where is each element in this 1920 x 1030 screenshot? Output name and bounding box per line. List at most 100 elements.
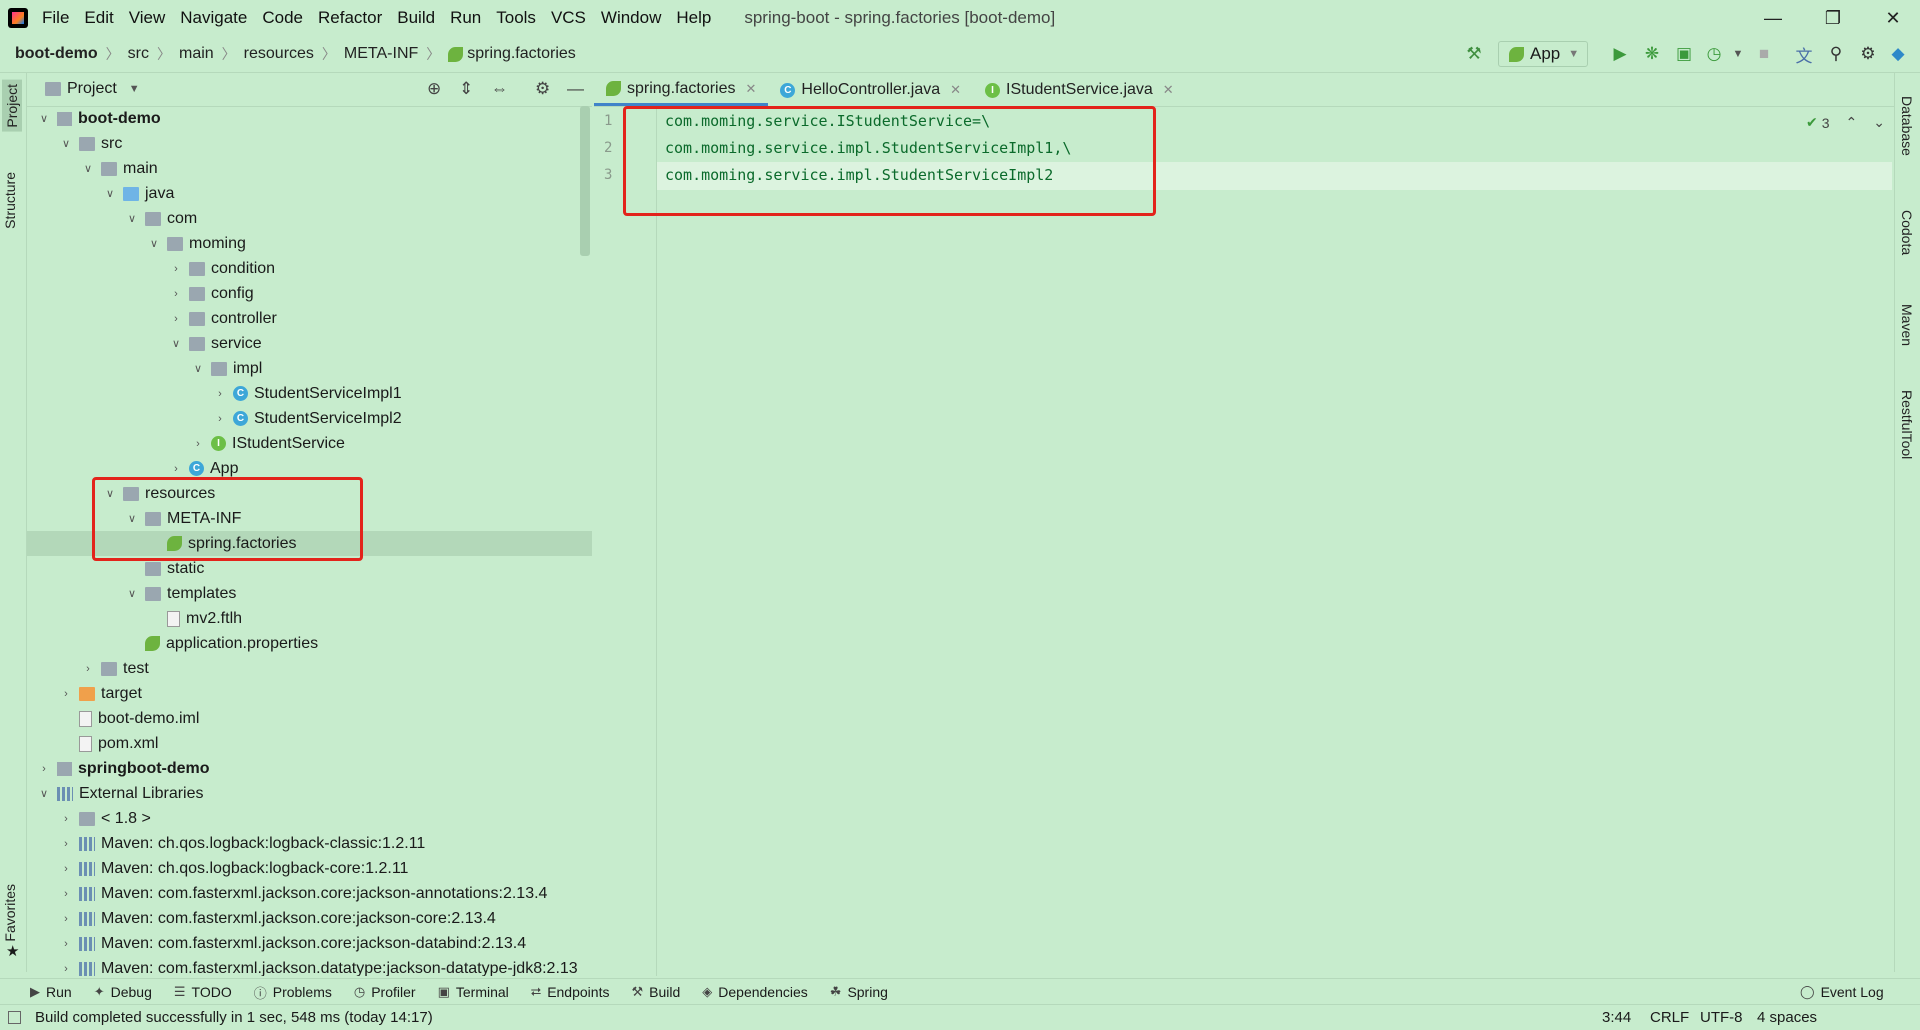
close-tab-icon[interactable]: ✕ [1163,82,1174,98]
tool-tab-favorites[interactable]: Favorites [2,884,18,942]
tool-tab-codota[interactable]: Codota [1899,210,1915,255]
line-separator[interactable]: CRLF [1650,1009,1689,1026]
tool-window-endpoints[interactable]: ⮂ Endpoints [531,984,610,1000]
menu-item-build[interactable]: Build [397,8,435,28]
tree-node[interactable]: › I IStudentService [27,431,345,456]
menu-item-vcs[interactable]: VCS [551,8,586,28]
chevron-down-icon[interactable]: ⌄ [1873,114,1885,131]
status-message[interactable]: Build completed successfully in 1 sec, 5… [35,1009,433,1026]
chevron-down-icon[interactable]: ∨ [37,112,51,125]
expand-all-icon[interactable]: ⇕ [459,79,473,99]
tree-node[interactable]: pom.xml [27,731,158,756]
chevron-down-icon[interactable]: ∨ [81,162,95,175]
tree-node[interactable]: ∨ com [27,206,197,231]
file-encoding[interactable]: UTF-8 [1700,1009,1743,1026]
debug-icon[interactable]: ❋ [1640,42,1664,66]
inspection-widget[interactable]: ✔ 3 ⌃ ⌄ [1806,114,1885,131]
chevron-right-icon[interactable]: › [169,288,183,300]
tree-node[interactable]: mv2.ftlh [27,606,242,631]
tool-window-run[interactable]: ▶ Run [30,984,72,1000]
menu-item-help[interactable]: Help [676,8,711,28]
editor-tab[interactable]: C HelloController.java ✕ [768,74,973,106]
run-config-select[interactable]: App ▼ [1498,41,1588,67]
tool-window-build[interactable]: ⚒ Build [631,984,680,1000]
chevron-down-icon[interactable]: ▼ [129,83,140,95]
tree-node[interactable]: ∨ templates [27,581,236,606]
tree-node[interactable]: › Maven: com.fasterxml.jackson.core:jacks… [27,881,547,906]
translate-icon[interactable]: 文 [1792,42,1816,66]
menu-item-code[interactable]: Code [262,8,303,28]
chevron-up-icon[interactable]: ⌃ [1846,114,1858,131]
editor-tab[interactable]: I IStudentService.java ✕ [973,74,1186,106]
tool-window-debug[interactable]: ✦ Debug [94,984,152,1000]
tree-node[interactable]: ∨ moming [27,231,246,256]
collapse-all-icon[interactable]: ⇔ [491,79,508,99]
chevron-right-icon[interactable]: › [59,938,73,950]
tree-node[interactable]: ∨ service [27,331,262,356]
chevron-right-icon[interactable]: › [59,963,73,975]
search-icon[interactable]: ⚲ [1824,42,1848,66]
breadcrumb-item[interactable]: META-INF [344,45,418,63]
tool-window-todo[interactable]: ☰ TODO [174,984,232,1000]
locate-icon[interactable]: ⊕ [427,79,441,99]
tree-node[interactable]: ∨ main [27,156,158,181]
chevron-right-icon[interactable]: › [59,838,73,850]
tool-tab-project[interactable]: Project [2,80,22,132]
chevron-down-icon[interactable]: ∨ [37,787,51,800]
indent-setting[interactable]: 4 spaces [1757,1009,1817,1026]
chevron-down-icon[interactable]: ∨ [125,212,139,225]
tool-window-terminal[interactable]: ▣ Terminal [438,984,509,1000]
tree-node[interactable]: › C StudentServiceImpl1 [27,381,401,406]
scrollbar[interactable] [580,106,590,256]
tree-node[interactable]: ∨ boot-demo [27,106,161,131]
breadcrumb-item[interactable]: src [128,45,149,63]
chevron-right-icon[interactable]: › [213,388,227,400]
breadcrumb-item[interactable]: resources [244,45,314,63]
chevron-right-icon[interactable]: › [213,413,227,425]
run-icon[interactable]: ▶ [1608,42,1632,66]
tool-tab-restfultool[interactable]: RestfulTool [1899,390,1915,459]
chevron-down-icon[interactable]: ∨ [103,187,117,200]
tree-node[interactable]: ∨ impl [27,356,262,381]
close-tab-icon[interactable]: ✕ [950,82,961,98]
chevron-right-icon[interactable]: › [169,263,183,275]
chevron-right-icon[interactable]: › [191,438,205,450]
minimize-icon[interactable]: — [1750,0,1796,36]
hide-icon[interactable]: — [567,79,584,99]
chevron-right-icon[interactable]: › [59,913,73,925]
tool-tab-structure[interactable]: Structure [2,172,18,229]
coverage-icon[interactable]: ▣ [1672,42,1696,66]
chevron-right-icon[interactable]: › [59,863,73,875]
tree-node[interactable]: › Maven: com.fasterxml.jackson.core:jacks… [27,931,526,956]
caret-position[interactable]: 3:44 [1602,1009,1631,1026]
tree-node[interactable]: ∨ External Libraries [27,781,204,806]
gear-icon[interactable]: ⚙ [535,79,550,99]
chevron-right-icon[interactable]: › [169,463,183,475]
chevron-right-icon[interactable]: › [169,313,183,325]
menu-item-refactor[interactable]: Refactor [318,8,382,28]
tree-node[interactable]: › condition [27,256,275,281]
chevron-right-icon[interactable]: › [37,763,51,775]
menu-item-file[interactable]: File [42,8,69,28]
tree-node[interactable]: › Maven: ch.qos.logback:logback-classic:1… [27,831,425,856]
menu-item-window[interactable]: Window [601,8,661,28]
plugin-icon[interactable]: ◆ [1886,42,1910,66]
tree-node[interactable]: › springboot-demo [27,756,209,781]
tree-node[interactable]: › config [27,281,254,306]
menu-item-edit[interactable]: Edit [84,8,113,28]
chevron-down-icon[interactable]: ∨ [191,362,205,375]
tree-node[interactable]: boot-demo.iml [27,706,199,731]
breadcrumb-item[interactable]: main [179,45,214,63]
chevron-down-icon[interactable]: ∨ [59,137,73,150]
tree-node[interactable]: › < 1.8 > [27,806,151,831]
chevron-right-icon[interactable]: › [81,663,95,675]
tool-tab-database[interactable]: Database [1899,96,1915,156]
status-toggle-icon[interactable] [8,1011,21,1024]
menu-item-navigate[interactable]: Navigate [180,8,247,28]
breadcrumb-item[interactable]: spring.factories [467,45,576,63]
tree-node[interactable]: › C StudentServiceImpl2 [27,406,401,431]
restore-icon[interactable]: ❐ [1810,0,1856,36]
tree-node[interactable]: › controller [27,306,277,331]
breadcrumb-item[interactable]: boot-demo [15,45,98,63]
project-panel-title[interactable]: Project [67,80,117,98]
